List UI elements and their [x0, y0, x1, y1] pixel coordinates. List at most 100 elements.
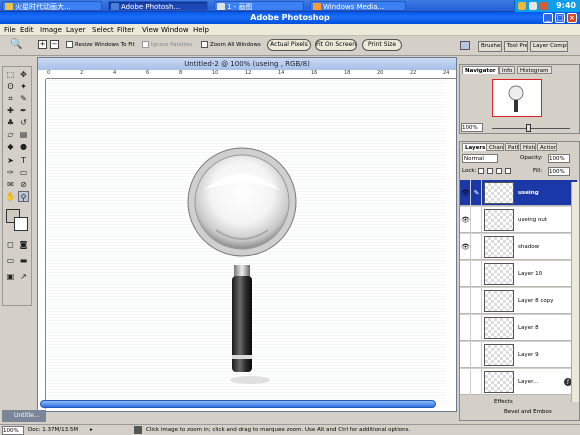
- blur-tool-icon[interactable]: ◆: [5, 141, 16, 152]
- notes-tool-icon[interactable]: ✉: [5, 179, 16, 190]
- visibility-box[interactable]: [461, 261, 471, 287]
- visibility-box[interactable]: [461, 288, 471, 314]
- layer-row-useing[interactable]: 👁 ✎ useing: [460, 180, 577, 206]
- file-browser-icon[interactable]: [460, 41, 470, 50]
- layer-row-layer-10[interactable]: Layer 10: [460, 261, 577, 287]
- resize-windows-checkbox[interactable]: [66, 41, 73, 48]
- menu-edit[interactable]: Edit: [20, 25, 34, 35]
- close-button[interactable]: ×: [567, 13, 577, 23]
- navigator-preview[interactable]: [492, 79, 542, 117]
- layer-row-layer-8[interactable]: Layer 8: [460, 315, 577, 341]
- clone-stamp-icon[interactable]: ♣: [5, 117, 16, 128]
- pen-tool-icon[interactable]: ✑: [5, 167, 16, 178]
- tab-layer-comps[interactable]: Layer Comps: [530, 41, 568, 52]
- zoom-tool-icon[interactable]: 🔍: [10, 39, 22, 50]
- tab-actions[interactable]: Actions: [537, 143, 557, 151]
- layer-row-shadow[interactable]: 👁 shadow: [460, 234, 577, 260]
- layer-row-layer-fx[interactable]: Layer... ƒ: [460, 369, 577, 395]
- zoom-out-icon[interactable]: −: [50, 40, 59, 49]
- ignore-palettes-checkbox[interactable]: [142, 41, 149, 48]
- lock-image-icon[interactable]: [487, 168, 493, 174]
- lock-all-icon[interactable]: [505, 168, 511, 174]
- vertical-ruler[interactable]: [38, 79, 46, 409]
- menu-window[interactable]: Window: [161, 25, 189, 35]
- tab-brushes[interactable]: Brushes: [478, 41, 502, 52]
- menu-file[interactable]: File: [4, 25, 16, 35]
- shape-tool-icon[interactable]: ▭: [18, 167, 29, 178]
- layers-scrollbar[interactable]: [571, 182, 579, 402]
- navigator-zoom-slider[interactable]: [492, 128, 570, 129]
- layer-row-layer-9[interactable]: Layer 9: [460, 342, 577, 368]
- taskbar-button-flash[interactable]: 火星时代动画大...: [2, 1, 102, 11]
- layer-row-layer-8-copy[interactable]: Layer 8 copy: [460, 288, 577, 314]
- slice-tool-icon[interactable]: ✎: [18, 93, 29, 104]
- blend-mode-select[interactable]: Normal: [462, 154, 498, 163]
- menu-view[interactable]: View: [142, 25, 159, 35]
- menu-filter[interactable]: Filter: [117, 25, 134, 35]
- navigator-zoom-field[interactable]: 100%: [461, 123, 483, 132]
- taskbar-button-media[interactable]: Windows Media...: [310, 1, 406, 11]
- zoom-all-windows-checkbox[interactable]: [201, 41, 208, 48]
- marquee-tool-icon[interactable]: ⬚: [5, 69, 16, 80]
- visibility-box[interactable]: [461, 342, 471, 368]
- fill-field[interactable]: 100%: [548, 167, 570, 176]
- menu-image[interactable]: Image: [40, 25, 62, 35]
- document-canvas[interactable]: [46, 80, 446, 402]
- path-selection-icon[interactable]: ➤: [5, 155, 16, 166]
- hand-tool-icon[interactable]: ✋: [5, 191, 16, 202]
- horizontal-ruler[interactable]: 0 2 4 6 8 10 12 14 16 18 20 22 24: [46, 70, 456, 79]
- eye-icon[interactable]: 👁: [461, 234, 471, 260]
- status-doc-size[interactable]: Doc: 1.37M/13.5M: [28, 426, 78, 435]
- screen-mode-full-icon[interactable]: ▬: [18, 255, 29, 266]
- maximize-button[interactable]: □: [555, 13, 565, 23]
- quick-mask-icon[interactable]: ◙: [18, 239, 29, 250]
- taskbar-button-paint[interactable]: 1 - 画图: [214, 1, 304, 11]
- type-tool-icon[interactable]: T: [18, 155, 29, 166]
- eye-icon[interactable]: 👁: [461, 180, 471, 206]
- taskbar-button-photoshop[interactable]: Adobe Photosh...: [108, 1, 208, 11]
- eraser-tool-icon[interactable]: ▱: [5, 129, 16, 140]
- magic-wand-tool-icon[interactable]: ✦: [18, 81, 29, 92]
- eye-icon[interactable]: 👁: [461, 207, 471, 233]
- tab-channels[interactable]: Channels: [486, 143, 504, 151]
- link-box[interactable]: [472, 288, 482, 314]
- minimize-button[interactable]: _: [543, 13, 553, 23]
- tab-layers[interactable]: Layers: [462, 143, 489, 151]
- lock-position-icon[interactable]: [496, 168, 502, 174]
- fit-on-screen-button[interactable]: Fit On Screen: [315, 39, 357, 51]
- tab-histogram[interactable]: Histogram: [517, 66, 552, 74]
- link-box[interactable]: [472, 369, 482, 395]
- status-arrow-icon[interactable]: ▸: [90, 426, 93, 435]
- link-box[interactable]: [472, 207, 482, 233]
- print-size-button[interactable]: Print Size: [362, 39, 402, 51]
- navigator-zoom-slider-handle[interactable]: [526, 124, 531, 132]
- eyedropper-tool-icon[interactable]: ⊘: [18, 179, 29, 190]
- tab-tool-presets[interactable]: Tool Presets: [504, 41, 528, 52]
- background-color-swatch[interactable]: [14, 217, 28, 231]
- link-box[interactable]: [472, 315, 482, 341]
- gradient-tool-icon[interactable]: ▤: [18, 129, 29, 140]
- tab-paths[interactable]: Paths: [505, 143, 519, 151]
- zoom-in-icon[interactable]: +: [38, 40, 47, 49]
- opacity-field[interactable]: 100%: [548, 154, 570, 163]
- link-box[interactable]: [472, 342, 482, 368]
- tab-navigator[interactable]: Navigator: [462, 66, 499, 74]
- status-zoom-field[interactable]: 100%: [2, 426, 24, 435]
- tab-history[interactable]: History: [520, 143, 536, 151]
- crop-tool-icon[interactable]: ⌗: [5, 93, 16, 104]
- lock-transparency-icon[interactable]: [478, 168, 484, 174]
- history-brush-icon[interactable]: ↺: [18, 117, 29, 128]
- menu-layer[interactable]: Layer: [66, 25, 86, 35]
- network-icon[interactable]: [518, 2, 526, 10]
- lasso-tool-icon[interactable]: ʘ: [5, 81, 16, 92]
- menu-help[interactable]: Help: [193, 25, 209, 35]
- visibility-box[interactable]: [461, 369, 471, 395]
- layer-row-useing-out[interactable]: 👁 useing out: [460, 207, 577, 233]
- horizontal-scrollbar[interactable]: [40, 400, 436, 408]
- standard-mode-icon[interactable]: ◻: [5, 239, 16, 250]
- healing-brush-icon[interactable]: ✚: [5, 105, 16, 116]
- brush-icon[interactable]: ✎: [472, 180, 482, 206]
- tab-info[interactable]: Info: [499, 66, 516, 74]
- screen-mode-menubar-icon[interactable]: ▣: [5, 271, 16, 282]
- input-method-icon[interactable]: [540, 2, 548, 10]
